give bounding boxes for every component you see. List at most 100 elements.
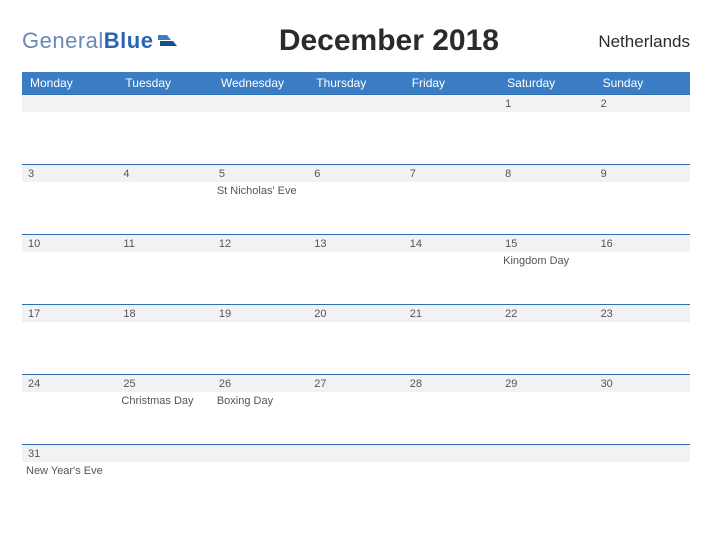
day-number: 1 — [499, 98, 594, 110]
day-number: 22 — [499, 308, 594, 320]
day-event — [308, 462, 403, 496]
week-daynums: 31 — [22, 444, 690, 462]
day-event — [308, 392, 403, 444]
week-events — [22, 322, 690, 374]
day-number: 6 — [308, 168, 403, 180]
day-event — [595, 182, 690, 234]
weekday-label: Thursday — [308, 76, 403, 90]
weekday-label: Saturday — [499, 76, 594, 90]
day-number: 31 — [22, 448, 117, 460]
day-event — [404, 112, 499, 164]
day-event — [404, 392, 499, 444]
week-events: Kingdom Day — [22, 252, 690, 304]
day-number: 9 — [595, 168, 690, 180]
day-number: 17 — [22, 308, 117, 320]
day-event — [404, 252, 499, 304]
week-daynums: 3 4 5 6 7 8 9 — [22, 164, 690, 182]
day-number: 28 — [404, 378, 499, 390]
day-number: 13 — [308, 238, 403, 250]
day-number: 18 — [117, 308, 212, 320]
day-event — [22, 182, 117, 234]
day-event — [213, 252, 308, 304]
day-event — [117, 462, 212, 496]
day-number: 21 — [404, 308, 499, 320]
day-event — [595, 462, 690, 496]
day-number: 29 — [499, 378, 594, 390]
day-number: 12 — [213, 238, 308, 250]
day-event — [308, 252, 403, 304]
weekday-header: Monday Tuesday Wednesday Thursday Friday… — [22, 72, 690, 94]
header: GeneralBlue December 2018 Netherlands — [22, 18, 690, 58]
week-events: St Nicholas' Eve — [22, 182, 690, 234]
day-event — [499, 392, 594, 444]
day-number: 20 — [308, 308, 403, 320]
day-event — [308, 322, 403, 374]
week-daynums: 1 2 — [22, 94, 690, 112]
day-event — [213, 112, 308, 164]
day-number: 5 — [213, 168, 308, 180]
day-number: 16 — [595, 238, 690, 250]
day-event — [404, 462, 499, 496]
day-number: 24 — [22, 378, 117, 390]
day-event — [213, 462, 308, 496]
country-label: Netherlands — [598, 18, 690, 52]
day-number: 30 — [595, 378, 690, 390]
day-number: 2 — [595, 98, 690, 110]
day-event: New Year's Eve — [22, 462, 117, 496]
day-event — [499, 112, 594, 164]
day-event: Kingdom Day — [499, 252, 594, 304]
day-event — [499, 322, 594, 374]
day-number: 23 — [595, 308, 690, 320]
day-number: 11 — [117, 238, 212, 250]
day-event — [499, 462, 594, 496]
week-daynums: 24 25 26 27 28 29 30 — [22, 374, 690, 392]
day-event — [117, 182, 212, 234]
day-number: 3 — [22, 168, 117, 180]
day-number: 14 — [404, 238, 499, 250]
day-event — [22, 322, 117, 374]
day-number: 19 — [213, 308, 308, 320]
week-events — [22, 112, 690, 164]
brand-part2: Blue — [104, 28, 154, 53]
day-number: 25 — [117, 378, 212, 390]
day-event — [117, 322, 212, 374]
day-event: Boxing Day — [213, 392, 308, 444]
weekday-label: Monday — [22, 76, 117, 90]
week-daynums: 10 11 12 13 14 15 16 — [22, 234, 690, 252]
weekday-label: Sunday — [595, 76, 690, 90]
day-event — [595, 322, 690, 374]
day-event — [213, 322, 308, 374]
weekday-label: Wednesday — [213, 76, 308, 90]
day-event — [22, 252, 117, 304]
weekday-label: Tuesday — [117, 76, 212, 90]
day-number: 7 — [404, 168, 499, 180]
day-event — [117, 252, 212, 304]
day-number: 4 — [117, 168, 212, 180]
calendar-grid: 1 2 3 4 5 6 7 8 9 St Nicholas' Eve 10 11… — [22, 94, 690, 496]
day-event — [308, 112, 403, 164]
day-event — [308, 182, 403, 234]
day-event — [22, 112, 117, 164]
brand-logo: GeneralBlue — [22, 18, 179, 54]
day-event — [117, 112, 212, 164]
day-event — [595, 392, 690, 444]
day-event — [595, 112, 690, 164]
brand-part1: General — [22, 28, 104, 53]
wave-icon — [157, 30, 179, 53]
day-number: 26 — [213, 378, 308, 390]
day-event: Christmas Day — [117, 392, 212, 444]
day-event — [22, 392, 117, 444]
day-event — [595, 252, 690, 304]
day-number: 15 — [499, 238, 594, 250]
week-events: Christmas Day Boxing Day — [22, 392, 690, 444]
day-event — [404, 182, 499, 234]
day-number: 8 — [499, 168, 594, 180]
day-number: 27 — [308, 378, 403, 390]
day-event — [404, 322, 499, 374]
day-event: St Nicholas' Eve — [213, 182, 308, 234]
month-title: December 2018 — [179, 18, 598, 58]
week-events: New Year's Eve — [22, 462, 690, 496]
day-event — [499, 182, 594, 234]
day-number: 10 — [22, 238, 117, 250]
week-daynums: 17 18 19 20 21 22 23 — [22, 304, 690, 322]
